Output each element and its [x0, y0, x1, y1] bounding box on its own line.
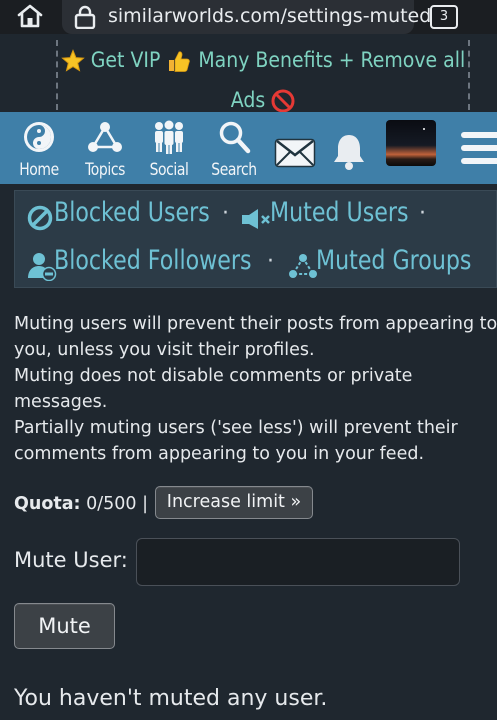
blocked-users-link[interactable]: Blocked Users	[54, 197, 210, 228]
quota-separator: |	[142, 494, 149, 514]
nav-messages[interactable]	[270, 112, 320, 184]
home-icon[interactable]	[16, 3, 44, 29]
no-entry-icon	[271, 89, 295, 113]
mute-speaker-icon	[242, 209, 270, 229]
description-line: Partially muting users ('see less') will…	[14, 418, 458, 438]
quota-value: 0/500	[86, 494, 137, 514]
menu-separator: ·	[267, 249, 274, 274]
blocked-follower-icon	[28, 253, 57, 281]
mail-icon	[274, 138, 316, 168]
description-line: comments from appearing to you in your f…	[14, 444, 425, 464]
vip-link-text[interactable]: Get VIP	[91, 48, 161, 72]
nav-home[interactable]: Home	[4, 112, 74, 184]
nav-social-label: Social	[149, 160, 189, 180]
menu-separator: ·	[419, 201, 426, 226]
description-line: Muting does not disable comments or priv…	[14, 366, 413, 386]
nav-profile[interactable]	[384, 112, 438, 184]
search-icon	[219, 121, 251, 154]
main-nav: Home Topics Social Search	[0, 112, 497, 184]
url-bar[interactable]: similarworlds.com/settings-muted	[62, 0, 431, 34]
nav-menu[interactable]	[452, 112, 497, 184]
muted-groups-icon	[289, 254, 317, 278]
star-icon	[61, 49, 85, 72]
quota-label: Quota:	[14, 494, 81, 514]
tab-count-button[interactable]: 3	[430, 5, 458, 29]
nav-social[interactable]: Social	[136, 112, 202, 184]
vip-ads-text[interactable]: Ads	[231, 88, 265, 112]
mute-user-input[interactable]	[136, 538, 460, 586]
muted-groups-link[interactable]: Muted Groups	[316, 245, 471, 276]
avatar	[386, 120, 436, 166]
yin-yang-icon	[24, 122, 54, 152]
browser-address-bar: similarworlds.com/settings-muted 3	[0, 0, 497, 34]
description-line: you, unless you visit their profiles.	[14, 340, 315, 360]
vip-banner[interactable]: Get VIP Many Benefits + Remove all Ads	[56, 40, 470, 113]
menu-separator: ·	[222, 201, 229, 226]
thumbs-up-icon	[169, 51, 191, 72]
empty-state-message: You haven't muted any user.	[14, 686, 328, 711]
nav-topics-label: Topics	[85, 160, 125, 180]
topics-icon	[88, 122, 122, 152]
mute-user-label: Mute User:	[14, 548, 128, 572]
lock-icon	[74, 5, 96, 29]
nav-notifications[interactable]	[326, 112, 372, 184]
quota-row: Quota: 0/500 |	[14, 489, 148, 519]
nav-home-label: Home	[19, 160, 59, 180]
mute-button[interactable]: Mute	[14, 603, 115, 649]
muted-users-link[interactable]: Muted Users	[270, 197, 409, 228]
increase-limit-button[interactable]: Increase limit »	[155, 486, 313, 519]
nav-search[interactable]: Search	[200, 112, 268, 184]
description-line: messages.	[14, 392, 108, 412]
mute-description: Muting users will prevent their posts fr…	[14, 311, 497, 467]
hamburger-menu-icon	[461, 132, 497, 164]
description-line: Muting users will prevent their posts fr…	[14, 314, 497, 334]
bell-icon	[334, 135, 364, 170]
blocked-icon	[27, 205, 53, 231]
vip-benefits-text[interactable]: Many Benefits + Remove all	[198, 48, 465, 72]
settings-submenu: Blocked Users · Muted Users · Blocked Fo…	[14, 190, 497, 288]
blocked-followers-link[interactable]: Blocked Followers	[54, 245, 252, 276]
nav-topics[interactable]: Topics	[72, 112, 138, 184]
social-people-icon	[155, 120, 183, 154]
url-text[interactable]: similarworlds.com/settings-muted	[108, 5, 431, 27]
nav-search-label: Search	[211, 160, 257, 180]
